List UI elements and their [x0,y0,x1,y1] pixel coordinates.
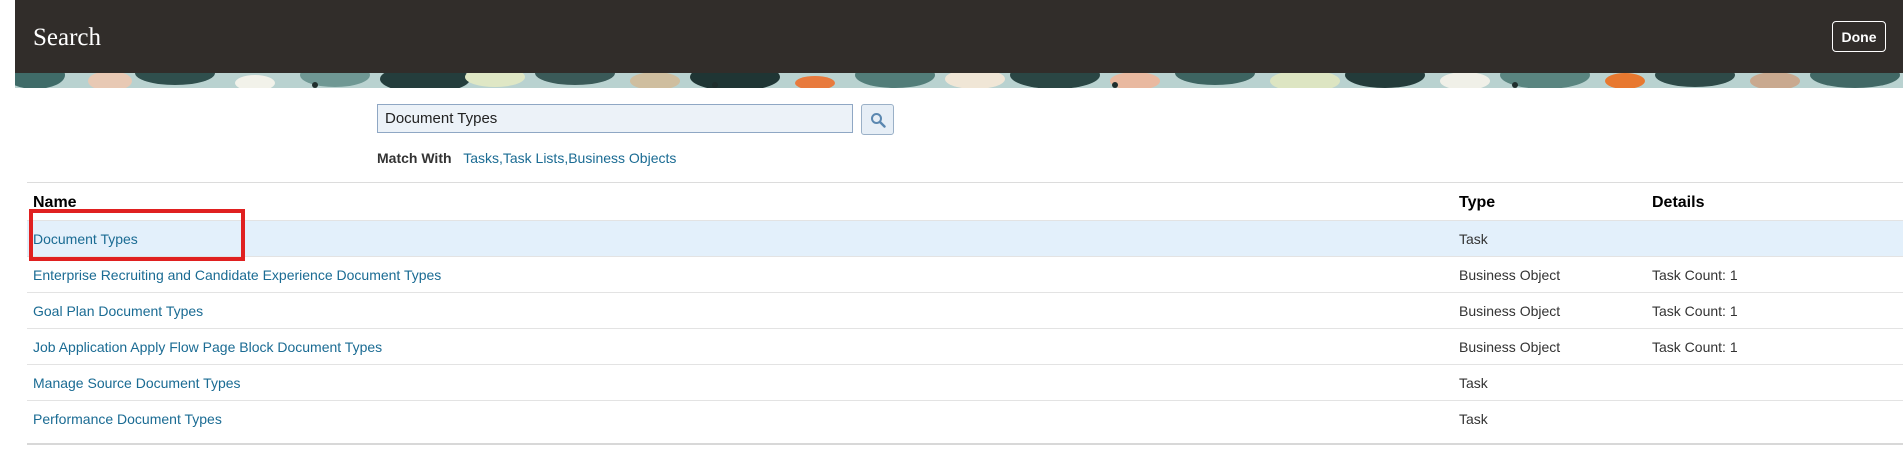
result-type: Business Object [1459,303,1561,319]
table-row[interactable]: Goal Plan Document Types Business Object… [27,292,1903,328]
result-name-link[interactable]: Manage Source Document Types [33,375,241,391]
result-name-link[interactable]: Goal Plan Document Types [33,303,203,319]
result-type: Task [1459,411,1488,427]
match-with-row: Match With Tasks,Task Lists,Business Obj… [377,150,676,166]
table-row[interactable]: Manage Source Document Types Task [27,364,1903,400]
decorative-banner [15,73,1903,88]
column-header-type: Type [1459,194,1496,211]
result-type: Business Object [1459,339,1561,355]
result-details: Task Count: 1 [1652,303,1738,319]
table-row[interactable]: Enterprise Recruiting and Candidate Expe… [27,256,1903,292]
result-name-link[interactable]: Job Application Apply Flow Page Block Do… [33,339,382,355]
header-bar: Search Done [15,0,1903,73]
result-name-link[interactable]: Document Types [33,231,138,247]
result-name-link[interactable]: Enterprise Recruiting and Candidate Expe… [33,267,441,283]
column-header-name: Name [33,194,77,211]
table-row[interactable]: Document Types Task [27,220,1903,256]
page-title: Search [33,24,102,51]
table-bottom-border [27,443,1903,445]
banner-pattern-icon [15,73,1903,88]
table-divider [27,182,1903,183]
search-button[interactable] [861,104,894,135]
table-row[interactable]: Performance Document Types Task [27,400,1903,436]
match-with-label: Match With [377,150,452,166]
table-header: Name Type Details [27,186,1903,220]
result-type: Task [1459,375,1488,391]
result-details: Task Count: 1 [1652,267,1738,283]
result-type: Task [1459,231,1488,247]
search-icon [870,112,886,128]
done-button[interactable]: Done [1832,21,1886,52]
match-with-link[interactable]: Tasks,Task Lists,Business Objects [463,150,676,166]
result-type: Business Object [1459,267,1561,283]
search-input[interactable] [377,104,853,133]
column-header-details: Details [1652,194,1705,211]
result-name-link[interactable]: Performance Document Types [33,411,222,427]
table-row[interactable]: Job Application Apply Flow Page Block Do… [27,328,1903,364]
result-details: Task Count: 1 [1652,339,1738,355]
